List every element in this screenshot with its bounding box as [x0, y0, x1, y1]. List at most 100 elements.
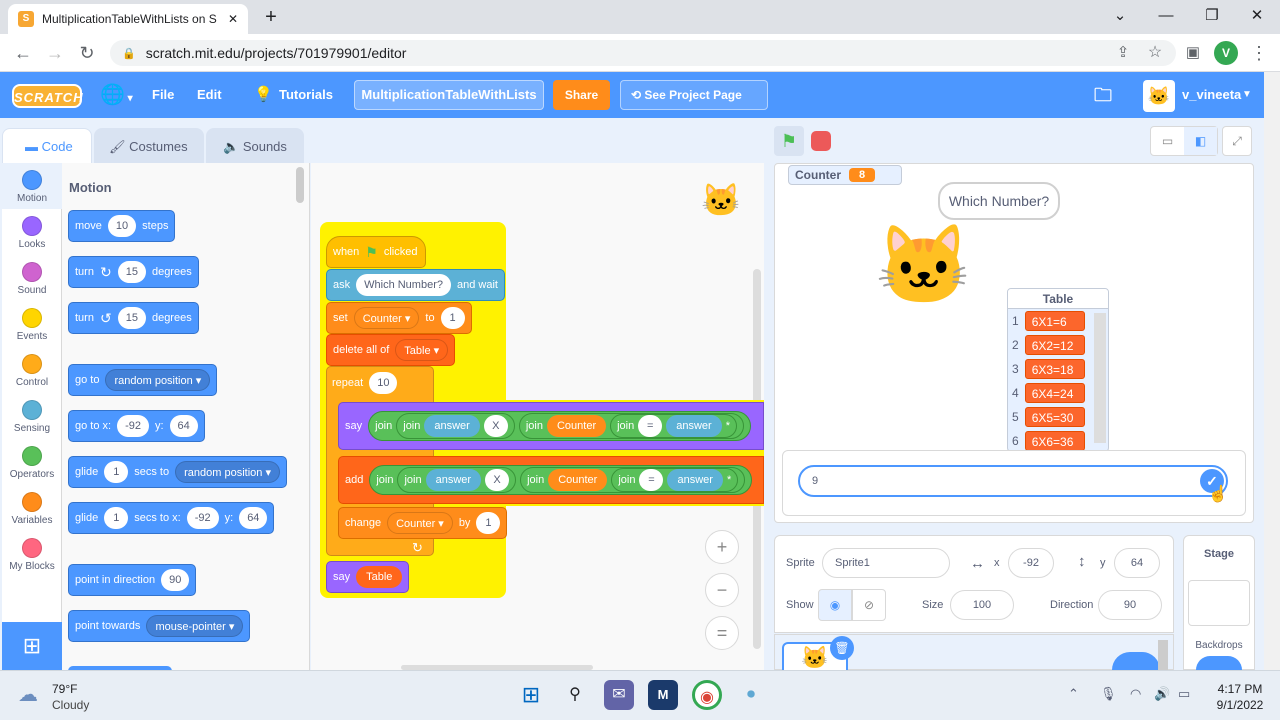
point-towards-block[interactable]: point towards mouse-pointer ▾ — [68, 610, 251, 642]
page-scrollbar[interactable] — [1264, 72, 1280, 670]
list-item-value[interactable]: 6X5=30 — [1024, 407, 1085, 427]
value-input[interactable]: 1 — [476, 512, 501, 534]
category-control[interactable]: Control — [2, 354, 62, 388]
new-tab-button[interactable]: + — [258, 4, 284, 30]
scratch-logo[interactable]: SCRATCH — [12, 84, 83, 108]
list-item[interactable]: 1 6X1=6 — [1008, 309, 1108, 333]
tray-chevron-icon[interactable]: ⌃ — [1068, 686, 1079, 702]
go-to-block[interactable]: go to random position ▾ — [68, 364, 218, 396]
account-caret-icon[interactable]: ▼ — [1242, 72, 1252, 118]
fullscreen-icon[interactable]: ⤢ — [1222, 126, 1252, 156]
my-stuff-folder-icon[interactable]: 🗀 — [1094, 72, 1112, 118]
ask-and-wait-block[interactable]: ask Which Number? and wait — [326, 269, 505, 301]
join-operator[interactable]: join join answer X join Counter join = answer… — [368, 411, 751, 441]
choose-backdrop-button[interactable] — [1196, 656, 1242, 670]
windows-start-icon[interactable]: ⊞ — [516, 680, 546, 710]
text-input[interactable]: X — [483, 415, 508, 437]
position-dropdown[interactable]: random position ▾ — [175, 461, 280, 483]
zoom-reset-button[interactable]: = — [705, 616, 739, 650]
small-stage-icon[interactable]: ▭ — [1151, 127, 1184, 155]
list-reporter[interactable]: Table — [356, 566, 403, 588]
text-input[interactable]: = — [638, 415, 663, 437]
share-button[interactable]: Share — [553, 80, 610, 110]
close-window-button[interactable]: ✕ — [1234, 0, 1280, 32]
delete-sprite-icon[interactable]: 🗑 — [830, 636, 854, 660]
language-globe-icon[interactable]: 🌐 ▾ — [100, 72, 133, 118]
say-list-block[interactable]: say Table — [326, 561, 410, 593]
weather-temp[interactable]: 79°F — [52, 682, 77, 696]
category-sensing[interactable]: Sensing — [2, 400, 62, 434]
secs-input[interactable]: 1 — [104, 507, 129, 529]
search-icon[interactable]: ⚲ — [560, 680, 590, 710]
category-variables[interactable]: Variables — [2, 492, 62, 526]
target-dropdown[interactable]: mouse-pointer ▾ — [146, 615, 244, 637]
answer-reporter[interactable]: answer — [425, 469, 482, 491]
tab-close-icon[interactable]: ✕ — [228, 12, 238, 26]
point-in-direction-block[interactable]: point in direction 90 — [68, 564, 197, 596]
forward-arrow-icon[interactable]: → — [40, 38, 70, 68]
text-input[interactable]: = — [639, 469, 664, 491]
zoom-out-button[interactable]: − — [705, 573, 739, 607]
app-m-icon[interactable]: M — [648, 680, 678, 710]
edit-menu[interactable]: Edit — [197, 72, 222, 118]
stop-button[interactable] — [811, 131, 831, 151]
category-operators[interactable]: Operators — [2, 446, 62, 480]
zoom-in-button[interactable]: + — [705, 530, 739, 564]
counter-reporter[interactable]: Counter — [546, 415, 607, 437]
add-extension-button[interactable]: ⊞ — [2, 622, 62, 670]
bookmark-star-icon[interactable]: ☆ — [1140, 38, 1170, 68]
weather-desc[interactable]: Cloudy — [52, 698, 89, 712]
when-flag-clicked-block[interactable]: when ⚑ clicked — [326, 236, 426, 268]
glide-xy-block[interactable]: glide 1 secs to x: -92 y: 64 — [68, 502, 275, 534]
delete-all-of-list-block[interactable]: delete all of Table ▾ — [326, 334, 456, 366]
list-item[interactable]: 5 6X5=30 — [1008, 405, 1108, 429]
teams-chat-icon[interactable]: ✉ — [604, 680, 634, 710]
turn-right-block[interactable]: turn ↻ 15 degrees — [68, 256, 199, 288]
list-dropdown[interactable]: Table ▾ — [395, 339, 449, 361]
sprite-name-input[interactable]: Sprite1 — [822, 548, 950, 578]
join-operator[interactable]: join Counter join = answer * — [520, 467, 746, 493]
table-list-monitor[interactable]: Table 1 6X1=6 2 6X2=12 3 6X3=18 4 6X4=24 5 6X5=30… — [1007, 288, 1109, 452]
position-dropdown[interactable]: random position ▾ — [105, 369, 211, 391]
minimize-button[interactable]: — — [1143, 0, 1189, 32]
category-events[interactable]: Events — [2, 308, 62, 342]
chrome-icon[interactable]: ◉ — [692, 680, 722, 710]
change-variable-block[interactable]: change Counter ▾ by 1 — [338, 507, 508, 539]
browser-menu-icon[interactable]: ⋮ — [1244, 38, 1274, 68]
volume-icon[interactable]: 🔊 — [1154, 686, 1170, 702]
glide-block[interactable]: glide 1 secs to random position ▾ — [68, 456, 287, 488]
join-operator[interactable]: join = answer * — [610, 414, 737, 438]
join-operator[interactable]: join answer X — [396, 413, 515, 439]
side-panel-icon[interactable]: ▣ — [1178, 38, 1208, 68]
join-operator[interactable]: join Counter join = answer * — [518, 413, 744, 439]
category-looks[interactable]: Looks — [2, 216, 62, 250]
y-input[interactable]: 64 — [239, 507, 268, 529]
say-block[interactable]: say join join answer X join Counter join = an… — [338, 402, 764, 450]
y-input[interactable]: 64 — [169, 415, 198, 437]
direction-input[interactable]: 90 — [161, 569, 190, 591]
clock-time[interactable]: 4:17 PM — [1212, 682, 1268, 696]
list-item-value[interactable]: 6X1=6 — [1024, 311, 1085, 331]
list-scrollbar[interactable] — [1094, 313, 1106, 443]
reload-icon[interactable]: ↻ — [72, 38, 102, 68]
file-menu[interactable]: File — [152, 72, 174, 118]
user-avatar[interactable]: 🐱 — [1143, 80, 1175, 112]
join-operator[interactable]: join answer X — [397, 467, 517, 493]
sprite-list-scrollbar[interactable] — [1158, 640, 1168, 670]
category-motion[interactable]: Motion — [2, 170, 62, 204]
browser-tab[interactable]: S MultiplicationTableWithLists on S ✕ — [8, 4, 248, 34]
y-position-input[interactable]: 64 — [1114, 548, 1160, 578]
choose-sprite-button[interactable] — [1112, 652, 1160, 670]
join-operator[interactable]: join = answer * — [611, 468, 739, 492]
turn-left-block[interactable]: turn ↺ 15 degrees — [68, 302, 199, 334]
cat-sprite-icon[interactable]: 🐱 — [875, 226, 972, 304]
list-item[interactable]: 6 6X6=36 — [1008, 429, 1108, 451]
x-input[interactable]: -92 — [186, 507, 219, 529]
direction-input[interactable]: 90 — [1098, 590, 1162, 620]
variable-dropdown[interactable]: Counter ▾ — [387, 512, 453, 534]
project-title-input[interactable]: MultiplicationTableWithLists — [354, 80, 544, 110]
x-input[interactable]: -92 — [117, 415, 149, 437]
repeat-count-input[interactable]: 10 — [369, 372, 398, 394]
stage-thumbnail[interactable] — [1188, 580, 1250, 626]
tab-search-icon[interactable]: ⌄ — [1097, 0, 1143, 32]
